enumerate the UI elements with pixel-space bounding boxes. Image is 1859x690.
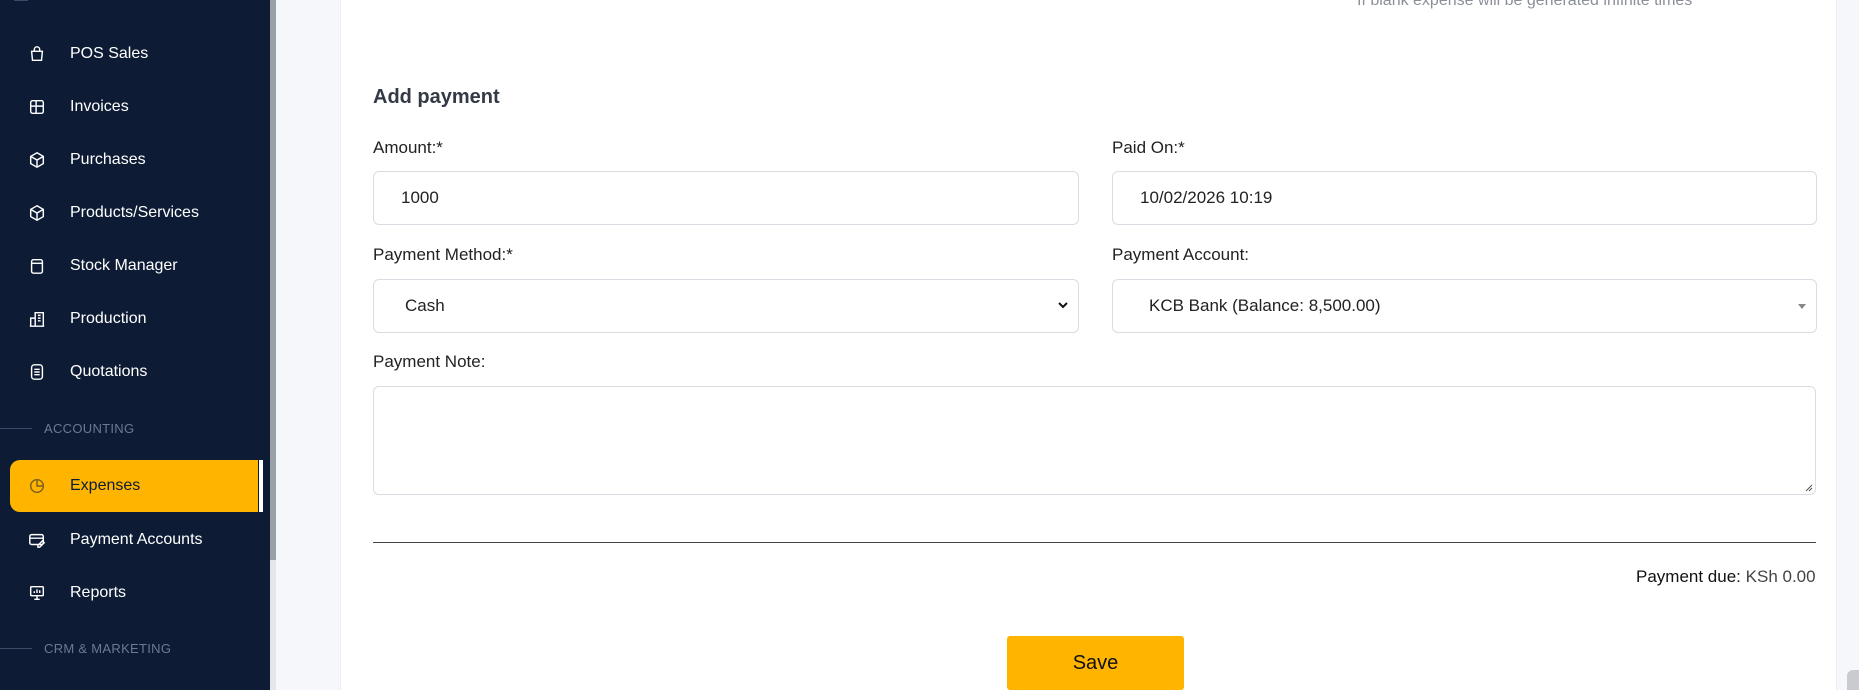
recurrence-hint-text: If blank expense will be generated infin… (1357, 0, 1693, 9)
sidebar: POS Sales Invoices Purchases Products/Se… (0, 0, 270, 690)
add-payment-heading: Add payment (373, 86, 500, 108)
sidebar-item-pos-sales[interactable]: POS Sales (10, 28, 257, 80)
save-button[interactable]: Save (1007, 636, 1184, 690)
list-doc-icon (26, 361, 48, 383)
sidebar-item-label: Payment Accounts (70, 531, 203, 548)
expense-form-card (340, 0, 1837, 690)
caret-down-icon (1798, 304, 1806, 309)
sidebar-item-label: POS Sales (70, 45, 149, 62)
section-accounting: ACCOUNTING (0, 418, 260, 438)
sidebar-item-invoices[interactable]: Invoices (10, 81, 257, 133)
resize-handle-icon[interactable] (1803, 482, 1813, 492)
paid-on-value: 10/02/2026 10:19 (1140, 188, 1273, 207)
section-crm-marketing: CRM & MARKETING (0, 638, 260, 658)
payment-method-select[interactable]: Cash (373, 279, 1079, 333)
sidebar-item-label: Stock Manager (70, 257, 178, 274)
presentation-icon (26, 582, 48, 604)
invoice-icon (26, 96, 48, 118)
payment-account-label: Payment Account: (1112, 245, 1250, 264)
sidebar-top-divider (10, 0, 150, 4)
clipboard-icon (26, 255, 48, 277)
payment-due: Payment due: KSh 0.00 (1636, 567, 1816, 587)
sidebar-item-production[interactable]: Production (10, 293, 257, 345)
page-scrollbar-thumb[interactable] (1847, 670, 1859, 690)
form-divider (373, 542, 1816, 543)
sidebar-scrollbar-thumb[interactable] (270, 0, 276, 560)
sidebar-item-payment-accounts[interactable]: Payment Accounts (10, 514, 257, 566)
amount-value: 1000 (401, 188, 439, 207)
card-edit-icon (26, 529, 48, 551)
sidebar-item-reports[interactable]: Reports (10, 567, 257, 619)
sidebar-item-label: Expenses (70, 477, 141, 494)
purchase-box-icon (26, 149, 48, 171)
payment-method-label: Payment Method:* (373, 245, 513, 264)
sidebar-item-label: Production (70, 310, 147, 327)
sidebar-item-stock-manager[interactable]: Stock Manager (10, 240, 257, 292)
amount-label: Amount:* (373, 138, 443, 157)
payment-method-value: Cash (405, 296, 445, 315)
sidebar-item-purchases[interactable]: Purchases (10, 134, 257, 186)
sidebar-item-quotations[interactable]: Quotations (10, 346, 257, 398)
sidebar-item-label: Purchases (70, 151, 146, 168)
sidebar-item-expenses[interactable]: Expenses (10, 460, 263, 512)
sidebar-item-label: Reports (70, 584, 127, 601)
sidebar-item-label: Quotations (70, 363, 148, 380)
payment-due-label: Payment due: (1636, 567, 1741, 586)
paid-on-label: Paid On:* (1112, 138, 1185, 157)
cube-icon (26, 202, 48, 224)
sidebar-item-products-services[interactable]: Products/Services (10, 187, 257, 239)
payment-account-select[interactable]: KCB Bank (Balance: 8,500.00) (1112, 279, 1817, 333)
chevron-down-icon (1058, 302, 1068, 309)
sidebar-item-label: Invoices (70, 98, 129, 115)
paid-on-input[interactable]: 10/02/2026 10:19 (1112, 171, 1817, 225)
amount-input[interactable]: 1000 (373, 171, 1079, 225)
building-icon (26, 308, 48, 330)
sidebar-item-label: Products/Services (70, 204, 199, 221)
shopping-bag-icon (26, 43, 48, 65)
pie-chart-icon (26, 475, 48, 497)
payment-note-textarea[interactable] (373, 386, 1816, 495)
payment-due-value: KSh 0.00 (1745, 567, 1816, 586)
payment-account-value: KCB Bank (Balance: 8,500.00) (1149, 296, 1381, 315)
payment-note-label: Payment Note: (373, 352, 486, 371)
